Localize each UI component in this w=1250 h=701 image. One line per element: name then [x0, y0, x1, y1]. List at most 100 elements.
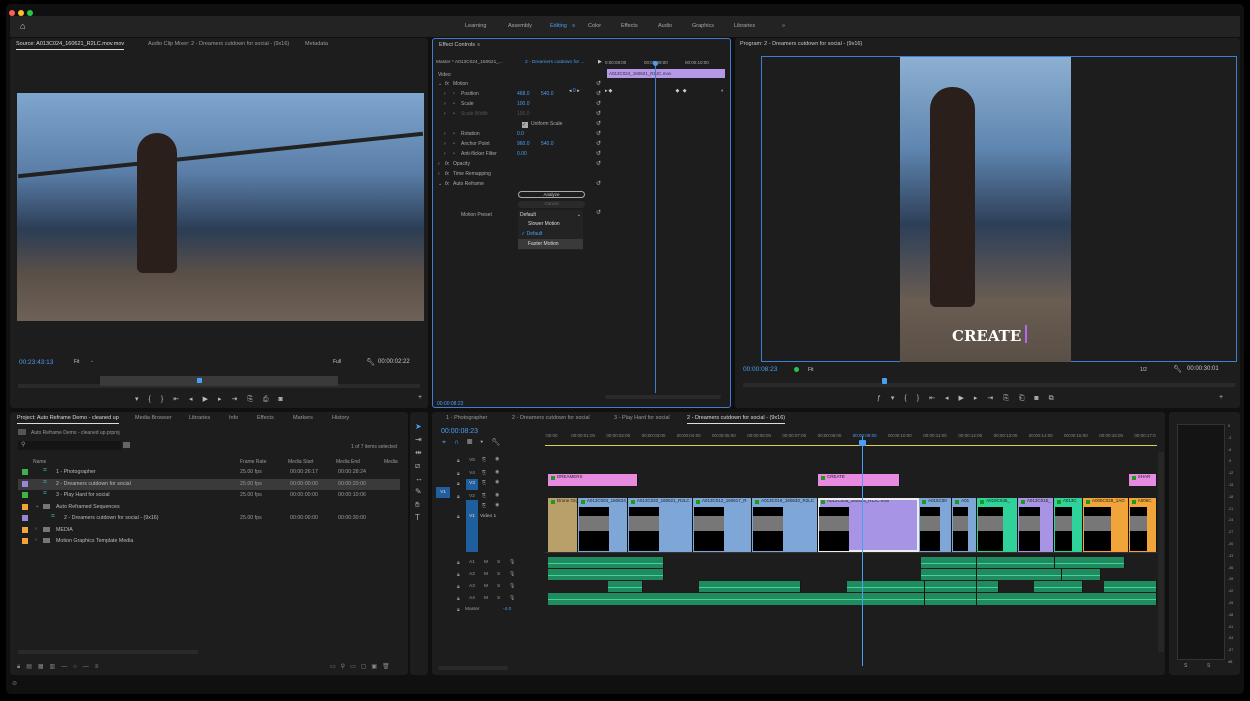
effect-controls-title[interactable]: Effect Controls [439, 42, 475, 48]
keyframe-markers[interactable]: ▸◆ ◆ ◆ ◐ [605, 88, 725, 94]
expand-chevron-icon[interactable]: ⌄ [438, 181, 442, 187]
workspace-effects[interactable]: Effects [621, 23, 638, 29]
a4-clip[interactable] [977, 593, 1157, 605]
fx-icon[interactable]: fx [445, 171, 449, 177]
source-playhead[interactable] [197, 378, 202, 383]
program-playhead[interactable] [882, 378, 887, 384]
column-media-duration[interactable]: Media [384, 459, 398, 465]
ec-row-motion[interactable]: ⌄ fx Motion [433, 81, 605, 91]
expand-chevron-icon[interactable]: › [444, 141, 446, 147]
item-name[interactable]: 3 - Play Hard for social [56, 492, 110, 498]
ec-zoom-scrollbar[interactable] [605, 395, 721, 399]
project-item[interactable]: ⌗ 3 - Play Hard for social 25.00 fps 00:00:… [18, 490, 400, 501]
voice-over-icon[interactable]: 🎙︎ [509, 560, 515, 565]
create-title-overlay[interactable]: CREATE [952, 327, 1021, 345]
source-patch-v1[interactable]: V1 [436, 487, 450, 498]
lock-icon[interactable]: 🔒︎ [457, 607, 460, 613]
ec-row-scale-width[interactable]: › ◔ Scale Width 100.0 [433, 111, 605, 121]
v1-clip[interactable]: A013C020_160621_R2LC [627, 498, 693, 552]
property-value-y[interactable]: 540.0 [541, 141, 554, 147]
stopwatch-icon[interactable]: ◔ [452, 151, 455, 157]
item-name[interactable]: MEDIA [56, 527, 73, 533]
column-frame-rate[interactable]: Frame Rate [240, 459, 266, 465]
cancel-button[interactable]: Cancel [518, 201, 585, 208]
program-scrubber[interactable] [743, 383, 1235, 387]
eye-icon[interactable]: ◉ [495, 470, 499, 475]
mute-button[interactable]: M [484, 584, 488, 589]
ec-row-position[interactable]: › ◔ Position 468.0 540.0 [433, 91, 605, 101]
ec-row-uniform-scale[interactable]: ✓ Uniform Scale [433, 121, 605, 131]
master-volume[interactable]: -4.0 [503, 607, 511, 612]
tab-history[interactable]: History [332, 415, 349, 421]
v1-clip[interactable]: A019C045_ [977, 498, 1018, 552]
lock-icon[interactable]: 🔒︎ [457, 471, 460, 477]
expand-chevron-icon[interactable]: › [444, 151, 446, 157]
project-item[interactable]: ⌗ 2 - Dreamers cutdown for social 25.00 fp… [18, 478, 400, 490]
tab-project[interactable]: Project: Auto Reframe Demo - cleaned up [17, 415, 119, 424]
expand-chevron-icon[interactable]: › [444, 91, 446, 97]
column-name[interactable]: Name [33, 459, 46, 465]
v1-clip[interactable]: A006C [1128, 498, 1157, 552]
analyze-button[interactable]: Analyze [518, 191, 585, 198]
property-value[interactable]: 100.0 [517, 111, 530, 117]
stopwatch-icon[interactable]: ◔ [452, 131, 455, 137]
workspace-libraries[interactable]: Libraries [734, 23, 755, 29]
item-name[interactable]: Auto Reframed Sequences [56, 504, 120, 510]
sync-lock-icon[interactable]: ⎘ [482, 503, 486, 509]
a2-clip[interactable] [977, 569, 1062, 580]
sync-lock-icon[interactable]: ⎘ [482, 470, 486, 476]
lock-icon[interactable]: 🔒︎ [457, 481, 460, 487]
label-color-swatch[interactable] [22, 526, 28, 533]
property-value[interactable]: 100.0 [517, 101, 530, 107]
play-only-audio-icon[interactable]: ▶ [598, 59, 602, 65]
mute-button[interactable]: M [484, 596, 488, 601]
ec-row-anchor-point[interactable]: › ◔ Anchor Point 960.0 540.0 [433, 141, 605, 151]
eye-icon[interactable]: ◉ [495, 480, 499, 485]
solo-button[interactable]: S [497, 560, 500, 565]
disclosure-chevron-icon[interactable]: › [35, 526, 37, 532]
track-name[interactable]: A2 [469, 572, 475, 577]
track-name[interactable]: A4 [469, 596, 475, 601]
a1-clip[interactable] [921, 557, 978, 568]
reset-icon[interactable]: ↺ [596, 90, 601, 97]
ec-row-anti-flicker-filter[interactable]: › ◔ Anti-flicker Filter 0.00 [433, 151, 605, 161]
ec-row-time-remapping[interactable]: › fx Time Remapping [433, 171, 605, 181]
track-target-v1[interactable]: V1 [466, 500, 478, 552]
label-color-swatch[interactable] [22, 515, 28, 521]
stopwatch-icon[interactable]: ◔ [452, 141, 455, 147]
workspace-graphics[interactable]: Graphics [692, 23, 714, 29]
lock-icon[interactable]: 🔒︎ [457, 596, 460, 602]
reset-icon[interactable]: ↺ [596, 130, 601, 137]
tab-info[interactable]: Info [229, 415, 238, 421]
solo-button[interactable]: S [497, 584, 500, 589]
selection-tool-icon[interactable]: ➤ [415, 422, 422, 431]
v1-clip[interactable]: A013C [1053, 498, 1084, 552]
program-title[interactable]: Program: 2 - Dreamers cutdown for social… [740, 41, 862, 47]
a3-clip[interactable] [607, 581, 644, 592]
project-item[interactable]: ⌗ 2 - Dreamers cutdown for social - (9x16… [18, 513, 400, 524]
ec-clip-bar[interactable]: A013C024_160621_R1JC.mov [607, 69, 725, 78]
project-search-input[interactable]: ⚲ [18, 441, 121, 450]
option-slower-motion[interactable]: Slower Motion [518, 219, 583, 229]
a2-clip[interactable] [921, 569, 978, 580]
track-name[interactable]: A1 [469, 560, 475, 565]
v1-clip[interactable]: A01 [952, 498, 978, 552]
program-fit-dropdown[interactable]: Fit [808, 367, 814, 373]
program-quality-dropdown[interactable]: 1/2 [1140, 367, 1147, 373]
video-audio-divider[interactable] [545, 552, 1157, 553]
tab-libraries[interactable]: Libraries [189, 415, 210, 421]
solo-button[interactable]: S [497, 596, 500, 601]
fx-icon[interactable]: fx [445, 81, 449, 87]
source-timecode[interactable]: 00:23:43:13 [19, 359, 53, 366]
property-value[interactable]: 960.0 [517, 141, 530, 147]
ec-row-opacity[interactable]: › fx Opacity [433, 161, 605, 171]
a1-clip[interactable] [977, 557, 1055, 568]
a2-clip[interactable] [548, 569, 665, 580]
project-scrollbar[interactable] [18, 650, 198, 654]
program-timecode[interactable]: 00:00:08:23 [743, 366, 777, 373]
reset-icon[interactable]: ↺ [596, 150, 601, 157]
expand-chevron-icon[interactable]: › [444, 111, 446, 117]
a2-clip[interactable] [1061, 569, 1101, 580]
disclosure-chevron-icon[interactable]: › [35, 537, 37, 543]
playhead-handle[interactable] [858, 440, 866, 446]
